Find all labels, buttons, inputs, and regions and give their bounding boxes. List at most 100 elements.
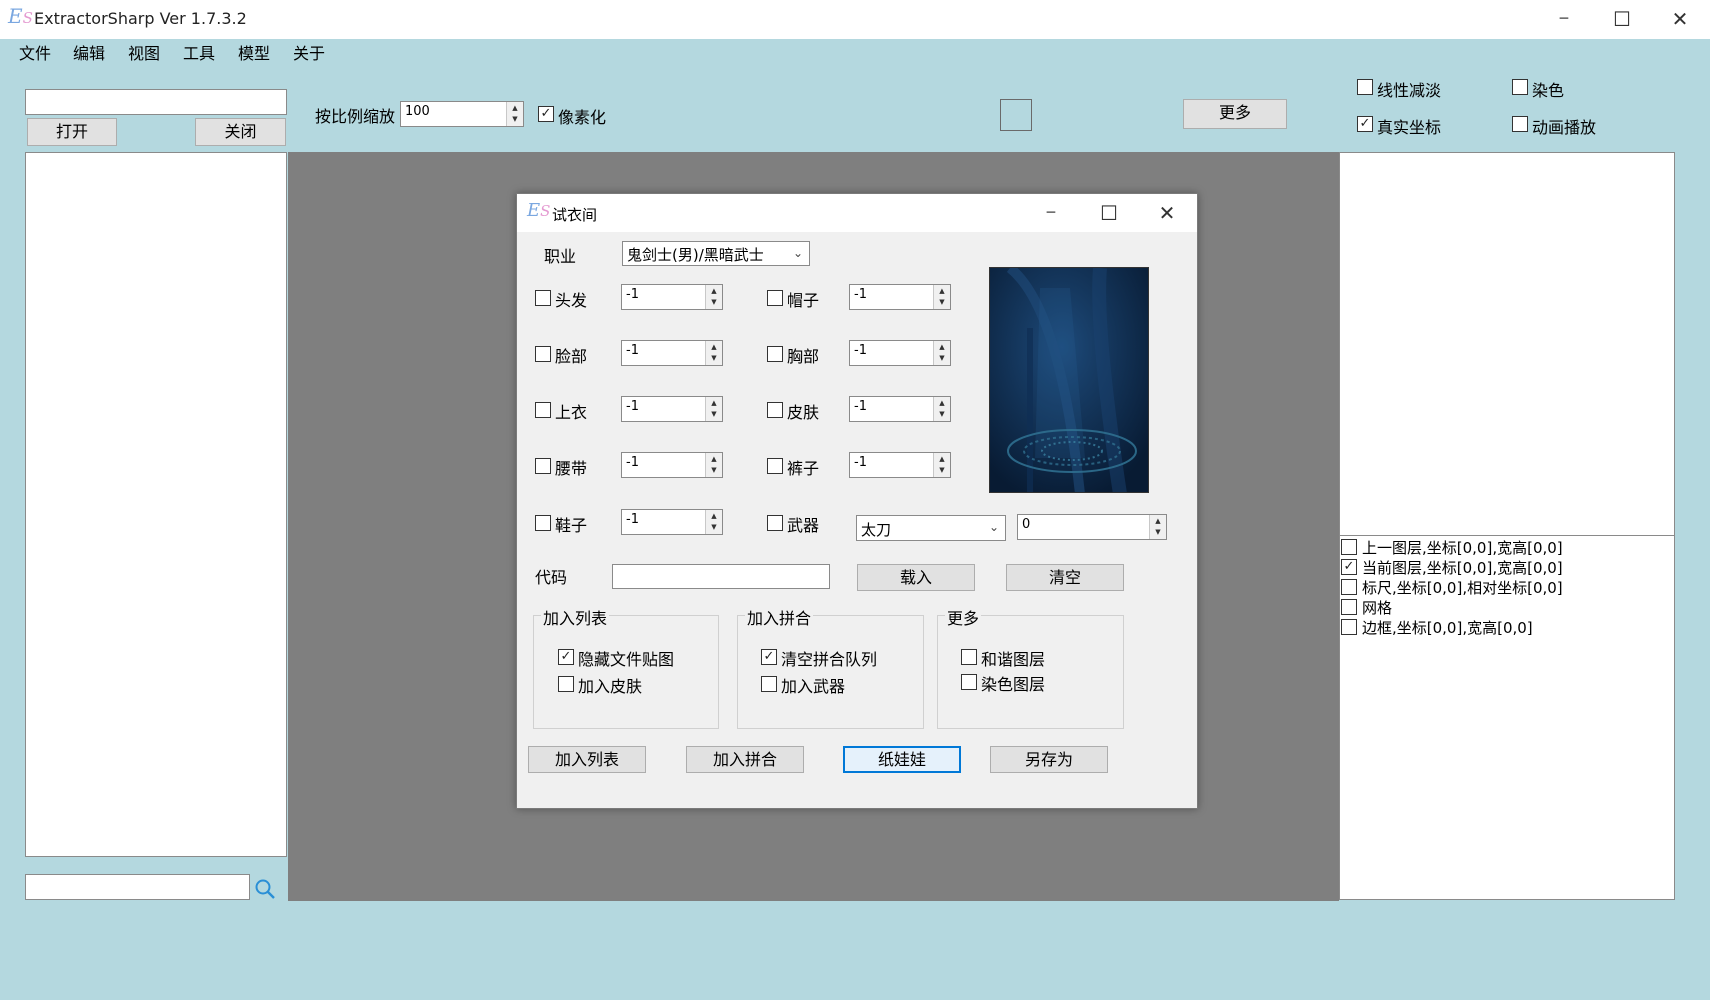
shoes-value: -1 [626, 512, 639, 527]
real-coords-checkbox[interactable]: ✓ [1357, 116, 1373, 132]
part-row-hair: 头发 -1 ▲ ▼ [535, 284, 735, 312]
code-label: 代码 [535, 568, 568, 587]
layer-row[interactable]: 网格 [1341, 597, 1671, 617]
character-preview [989, 267, 1149, 493]
pants-stepper[interactable]: -1 ▲ ▼ [849, 452, 951, 478]
layer-checkbox[interactable] [1341, 599, 1357, 615]
coat-stepper-arrows[interactable]: ▲ ▼ [705, 397, 722, 421]
anim-play-checkbox[interactable] [1512, 116, 1528, 132]
add-merge-group-title: 加入拼合 [745, 605, 814, 629]
layer-checkbox[interactable] [1341, 539, 1357, 555]
skin-checkbox[interactable] [767, 402, 783, 418]
add-merge-group [737, 615, 924, 729]
part-row-coat: 上衣 -1 ▲ ▼ [535, 396, 735, 424]
dialog-maximize-icon[interactable]: ☐ [1081, 194, 1137, 232]
add-skin-checkbox[interactable] [558, 676, 574, 692]
dye-label: 染色 [1532, 81, 1565, 100]
more-button[interactable]: 更多 [1183, 99, 1287, 129]
scale-stepper[interactable]: 100 ▲ ▼ [400, 101, 524, 127]
close-button[interactable]: 关闭 [195, 118, 286, 146]
file-list[interactable] [25, 152, 287, 857]
scale-value: 100 [405, 104, 430, 119]
paper-doll-button[interactable]: 纸娃娃 [843, 746, 961, 773]
hair-label: 头发 [555, 291, 588, 310]
dialog-close-icon[interactable]: ✕ [1139, 194, 1195, 232]
weapon-value: 0 [1022, 517, 1031, 532]
layer-checkbox[interactable] [1341, 619, 1357, 635]
shoes-stepper-arrows[interactable]: ▲ ▼ [705, 510, 722, 534]
chest-checkbox[interactable] [767, 346, 783, 362]
shoes-stepper[interactable]: -1 ▲ ▼ [621, 509, 723, 535]
pixelate-checkbox[interactable]: ✓ [538, 106, 554, 122]
scale-stepper-arrows[interactable]: ▲ ▼ [506, 102, 523, 126]
menu-view[interactable]: 视图 [128, 40, 160, 68]
belt-checkbox[interactable] [535, 458, 551, 474]
window-title: ExtractorSharp Ver 1.7.3.2 [34, 9, 247, 28]
class-select-value: 鬼剑士(男)/黑暗武士 [627, 246, 764, 264]
linear-fade-checkbox[interactable] [1357, 79, 1373, 95]
layer-label: 标尺,坐标[0,0],相对坐标[0,0] [1362, 579, 1563, 597]
dye-layer-checkbox[interactable] [961, 674, 977, 690]
add-weapon-checkbox[interactable] [761, 676, 777, 692]
shoes-checkbox[interactable] [535, 515, 551, 531]
cap-checkbox[interactable] [767, 290, 783, 306]
image-list[interactable] [1339, 152, 1675, 536]
search-input[interactable] [25, 874, 250, 900]
clear-button[interactable]: 清空 [1006, 564, 1124, 591]
fitting-room-dialog: ES 试衣间 ─ ☐ ✕ 职业 鬼剑士(男)/黑暗武士 ⌄ 头发 -1 ▲ ▼ … [516, 193, 1198, 809]
cap-stepper-arrows[interactable]: ▲ ▼ [933, 285, 950, 309]
class-select[interactable]: 鬼剑士(男)/黑暗武士 ⌄ [622, 241, 810, 266]
open-button[interactable]: 打开 [27, 118, 117, 146]
dye-checkbox[interactable] [1512, 79, 1528, 95]
layer-row[interactable]: 标尺,坐标[0,0],相对坐标[0,0] [1341, 577, 1671, 597]
file-path-input[interactable] [25, 89, 287, 115]
weapon-type-select[interactable]: 太刀 ⌄ [856, 515, 1006, 541]
search-icon[interactable] [254, 878, 276, 900]
minimize-icon[interactable]: ─ [1536, 0, 1592, 39]
layer-row[interactable]: 上一图层,坐标[0,0],宽高[0,0] [1341, 537, 1671, 557]
clear-merge-queue-checkbox[interactable]: ✓ [761, 649, 777, 665]
cap-value: -1 [854, 287, 867, 302]
skin-stepper-arrows[interactable]: ▲ ▼ [933, 397, 950, 421]
save-as-button[interactable]: 另存为 [990, 746, 1108, 773]
menu-edit[interactable]: 编辑 [73, 40, 105, 68]
belt-stepper[interactable]: -1 ▲ ▼ [621, 452, 723, 478]
cap-stepper[interactable]: -1 ▲ ▼ [849, 284, 951, 310]
pants-stepper-arrows[interactable]: ▲ ▼ [933, 453, 950, 477]
face-stepper-arrows[interactable]: ▲ ▼ [705, 341, 722, 365]
maximize-icon[interactable]: ☐ [1594, 0, 1650, 39]
menu-model[interactable]: 模型 [238, 40, 270, 68]
menu-file[interactable]: 文件 [19, 40, 51, 68]
pants-checkbox[interactable] [767, 458, 783, 474]
hide-file-texture-label: 隐藏文件贴图 [578, 650, 675, 669]
menu-tools[interactable]: 工具 [183, 40, 215, 68]
layer-row[interactable]: 边框,坐标[0,0],宽高[0,0] [1341, 617, 1671, 637]
hair-stepper[interactable]: -1 ▲ ▼ [621, 284, 723, 310]
chest-stepper[interactable]: -1 ▲ ▼ [849, 340, 951, 366]
coat-checkbox[interactable] [535, 402, 551, 418]
hair-stepper-arrows[interactable]: ▲ ▼ [705, 285, 722, 309]
harmony-layer-checkbox[interactable] [961, 649, 977, 665]
belt-stepper-arrows[interactable]: ▲ ▼ [705, 453, 722, 477]
face-stepper[interactable]: -1 ▲ ▼ [621, 340, 723, 366]
layer-checkbox[interactable] [1341, 579, 1357, 595]
add-merge-button[interactable]: 加入拼合 [686, 746, 804, 773]
coat-stepper[interactable]: -1 ▲ ▼ [621, 396, 723, 422]
hide-file-texture-checkbox[interactable]: ✓ [558, 649, 574, 665]
layer-checkbox[interactable]: ✓ [1341, 559, 1357, 575]
close-icon[interactable]: ✕ [1652, 0, 1708, 39]
weapon-checkbox[interactable] [767, 515, 783, 531]
code-input[interactable] [612, 564, 830, 589]
load-button[interactable]: 载入 [857, 564, 975, 591]
hair-checkbox[interactable] [535, 290, 551, 306]
dialog-minimize-icon[interactable]: ─ [1023, 194, 1079, 232]
skin-stepper[interactable]: -1 ▲ ▼ [849, 396, 951, 422]
weapon-stepper[interactable]: 0 ▲ ▼ [1017, 514, 1167, 540]
color-swatch[interactable] [1000, 99, 1032, 131]
weapon-stepper-arrows[interactable]: ▲ ▼ [1149, 515, 1166, 539]
face-checkbox[interactable] [535, 346, 551, 362]
chest-stepper-arrows[interactable]: ▲ ▼ [933, 341, 950, 365]
add-list-button[interactable]: 加入列表 [528, 746, 646, 773]
menu-about[interactable]: 关于 [293, 40, 325, 68]
layer-row[interactable]: ✓ 当前图层,坐标[0,0],宽高[0,0] [1341, 557, 1671, 577]
